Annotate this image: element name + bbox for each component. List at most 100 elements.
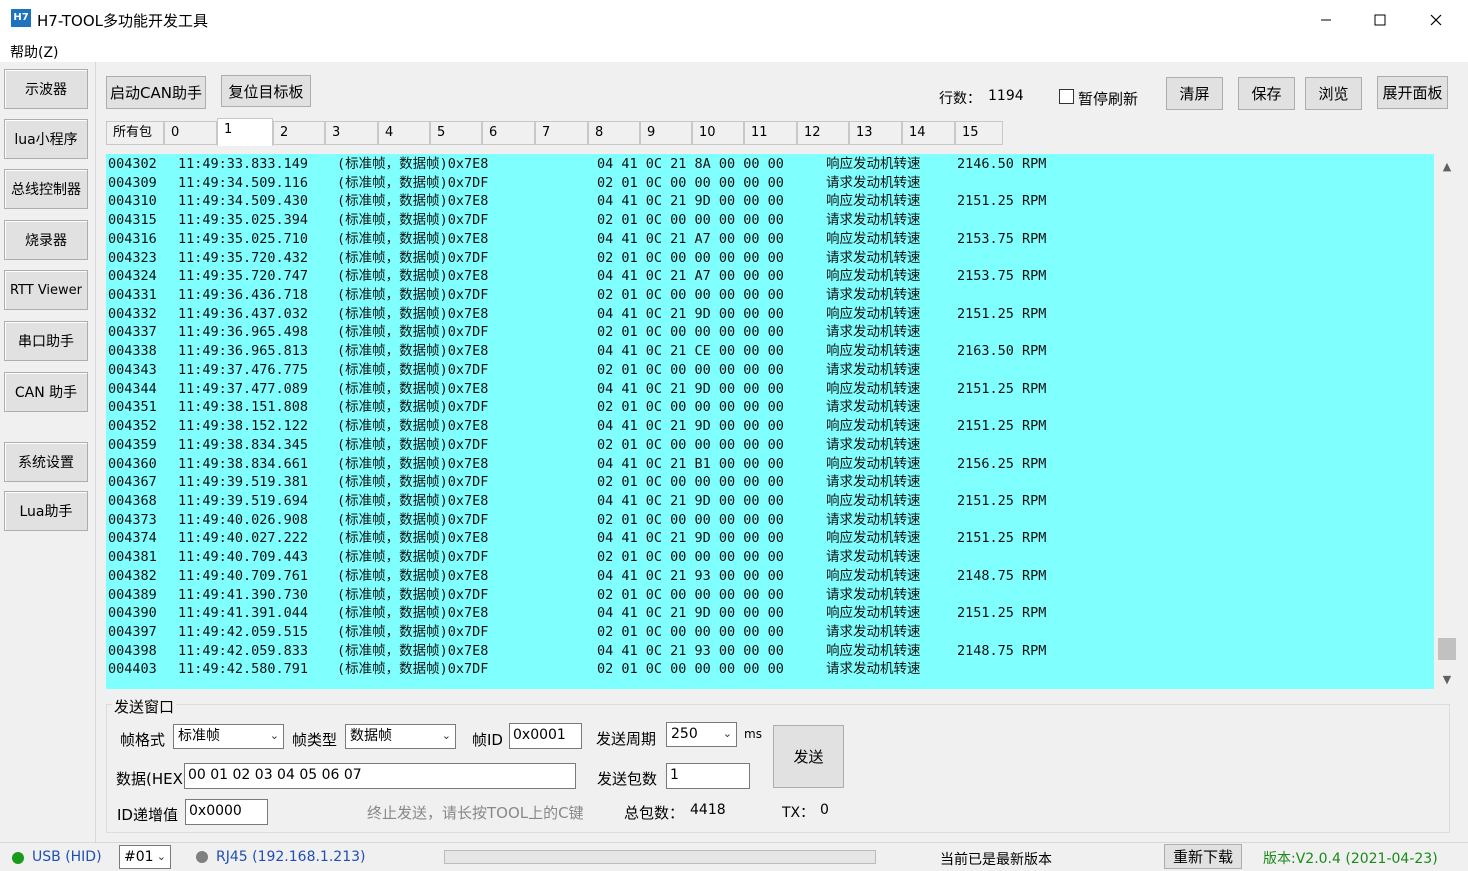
clear-button[interactable]: 清屏 [1166, 77, 1223, 110]
log-rpm: 2163.50 RPM [957, 343, 1047, 360]
log-desc: 请求发动机转速 [826, 549, 921, 566]
tab-15[interactable]: 15 [955, 121, 1003, 145]
log-frame: (标准帧，数据帧)0x7DF [337, 361, 489, 378]
sidebar-item-system-settings[interactable]: 系统设置 [4, 442, 88, 482]
log-row: 004389 11:49:41.390.730 (标准帧，数据帧)0x7DF 02 0… [106, 586, 1434, 605]
tab-8[interactable]: 8 [588, 121, 640, 145]
scroll-thumb[interactable] [1438, 638, 1456, 660]
can-log[interactable]: 004302 11:49:33.833.149 (标准帧，数据帧)0x7E8 04 4… [106, 154, 1434, 689]
log-rpm: 2151.25 RPM [957, 305, 1047, 322]
log-frame: (标准帧，数据帧)0x7E8 [337, 642, 489, 659]
frame-id-label: 帧ID [472, 731, 503, 749]
sidebar-item-rtt-viewer[interactable]: RTT Viewer [4, 270, 88, 310]
log-frame: (标准帧，数据帧)0x7E8 [337, 530, 489, 547]
tab-1[interactable]: 1 [217, 118, 273, 146]
log-bytes: 02 01 0C 00 00 00 00 00 [597, 549, 784, 566]
frame-type-select[interactable]: 数据帧 ⌄ [345, 724, 456, 749]
frame-format-value: 标准帧 [178, 728, 220, 744]
id-increment-input[interactable]: 0x0000 [185, 799, 268, 825]
log-time: 11:49:36.965.813 [178, 343, 309, 360]
usb-status[interactable]: USB (HID) [32, 849, 102, 865]
sidebar-item-oscilloscope[interactable]: 示波器 [4, 69, 88, 109]
tab-14[interactable]: 14 [902, 121, 955, 145]
send-button[interactable]: 发送 [773, 725, 844, 788]
log-seq: 004381 [108, 549, 157, 566]
menu-help[interactable]: 帮助(Z) [10, 42, 59, 62]
sidebar: 示波器 lua小程序 总线控制器 烧录器 RTT Viewer 串口助手 CAN… [0, 62, 96, 842]
log-desc: 请求发动机转速 [826, 511, 921, 528]
frame-id-input[interactable]: 0x0001 [509, 723, 582, 749]
window-title: H7-TOOL多功能开发工具 [37, 12, 208, 30]
close-icon [1430, 14, 1442, 26]
data-hex-input[interactable]: 00 01 02 03 04 05 06 07 [184, 763, 576, 789]
log-seq: 004351 [108, 399, 157, 416]
frame-format-select[interactable]: 标准帧 ⌄ [173, 724, 284, 749]
log-bytes: 04 41 0C 21 9D 00 00 00 [597, 193, 784, 210]
start-can-button[interactable]: 启动CAN助手 [106, 76, 206, 109]
tab-7[interactable]: 7 [535, 121, 588, 145]
log-scrollbar[interactable]: ▲ ▼ [1436, 154, 1458, 689]
browse-button[interactable]: 浏览 [1305, 77, 1362, 110]
send-period-select[interactable]: 250 ⌄ [666, 722, 737, 747]
send-period-unit: ms [744, 727, 762, 741]
log-bytes: 02 01 0C 00 00 00 00 00 [597, 287, 784, 304]
log-bytes: 04 41 0C 21 CE 00 00 00 [597, 343, 784, 360]
sidebar-item-lua-assistant[interactable]: Lua助手 [4, 491, 88, 531]
scroll-down-icon[interactable]: ▼ [1436, 669, 1458, 689]
pause-refresh-label[interactable]: 暂停刷新 [1078, 88, 1138, 109]
redownload-button[interactable]: 重新下载 [1164, 844, 1242, 869]
tab-12[interactable]: 12 [797, 121, 849, 145]
reset-target-button[interactable]: 复位目标板 [221, 75, 311, 107]
tab-10[interactable]: 10 [692, 121, 744, 145]
tab-6[interactable]: 6 [482, 121, 535, 145]
log-desc: 请求发动机转速 [826, 174, 921, 191]
log-desc: 响应发动机转速 [826, 530, 921, 547]
log-time: 11:49:41.390.730 [178, 586, 309, 603]
tab-all[interactable]: 所有包 [106, 121, 164, 145]
sidebar-item-bus-controller[interactable]: 总线控制器 [4, 169, 88, 209]
tab-9[interactable]: 9 [640, 121, 692, 145]
log-bytes: 04 41 0C 21 8A 00 00 00 [597, 156, 784, 172]
expand-panel-button[interactable]: 展开面板 [1377, 76, 1448, 109]
device-index-select[interactable]: #01 ⌄ [119, 845, 171, 869]
chevron-down-icon: ⌄ [722, 727, 732, 740]
log-bytes: 04 41 0C 21 9D 00 00 00 [597, 492, 784, 509]
pause-refresh-checkbox[interactable] [1059, 89, 1074, 104]
log-desc: 请求发动机转速 [826, 436, 921, 453]
log-frame: (标准帧，数据帧)0x7DF [337, 511, 489, 528]
log-row: 004367 11:49:39.519.381 (标准帧，数据帧)0x7DF 02 0… [106, 473, 1434, 492]
sidebar-item-programmer[interactable]: 烧录器 [4, 220, 88, 260]
tab-13[interactable]: 13 [849, 121, 902, 145]
minimize-button[interactable] [1298, 0, 1354, 40]
tab-11[interactable]: 11 [744, 121, 797, 145]
log-row: 004338 11:49:36.965.813 (标准帧，数据帧)0x7E8 04 4… [106, 342, 1434, 361]
save-button[interactable]: 保存 [1238, 77, 1295, 110]
sidebar-item-can-assistant[interactable]: CAN 助手 [4, 372, 88, 412]
log-bytes: 02 01 0C 00 00 00 00 00 [597, 361, 784, 378]
log-time: 11:49:38.152.122 [178, 418, 309, 435]
log-row: 004352 11:49:38.152.122 (标准帧，数据帧)0x7E8 04 4… [106, 417, 1434, 436]
frame-type-value: 数据帧 [350, 728, 392, 744]
log-seq: 004331 [108, 287, 157, 304]
log-desc: 响应发动机转速 [826, 455, 921, 472]
tab-0[interactable]: 0 [164, 121, 217, 145]
log-row: 004403 11:49:42.580.791 (标准帧，数据帧)0x7DF 02 0… [106, 660, 1434, 679]
close-button[interactable] [1408, 0, 1464, 40]
log-frame: (标准帧，数据帧)0x7E8 [337, 156, 489, 172]
tab-3[interactable]: 3 [325, 121, 378, 145]
log-time: 11:49:38.151.808 [178, 399, 309, 416]
log-time: 11:49:40.027.222 [178, 530, 309, 547]
log-bytes: 04 41 0C 21 A7 00 00 00 [597, 268, 784, 285]
log-seq: 004352 [108, 418, 157, 435]
sidebar-item-lua-program[interactable]: lua小程序 [4, 119, 88, 159]
rj45-status[interactable]: RJ45 (192.168.1.213) [216, 849, 365, 865]
log-row: 004359 11:49:38.834.345 (标准帧，数据帧)0x7DF 02 0… [106, 436, 1434, 455]
log-rpm: 2151.25 RPM [957, 418, 1047, 435]
tab-5[interactable]: 5 [430, 121, 482, 145]
maximize-button[interactable] [1352, 0, 1408, 40]
scroll-up-icon[interactable]: ▲ [1436, 156, 1458, 176]
tab-2[interactable]: 2 [273, 121, 325, 145]
send-count-input[interactable]: 1 [666, 763, 750, 789]
tab-4[interactable]: 4 [378, 121, 430, 145]
sidebar-item-serial-assistant[interactable]: 串口助手 [4, 321, 88, 361]
